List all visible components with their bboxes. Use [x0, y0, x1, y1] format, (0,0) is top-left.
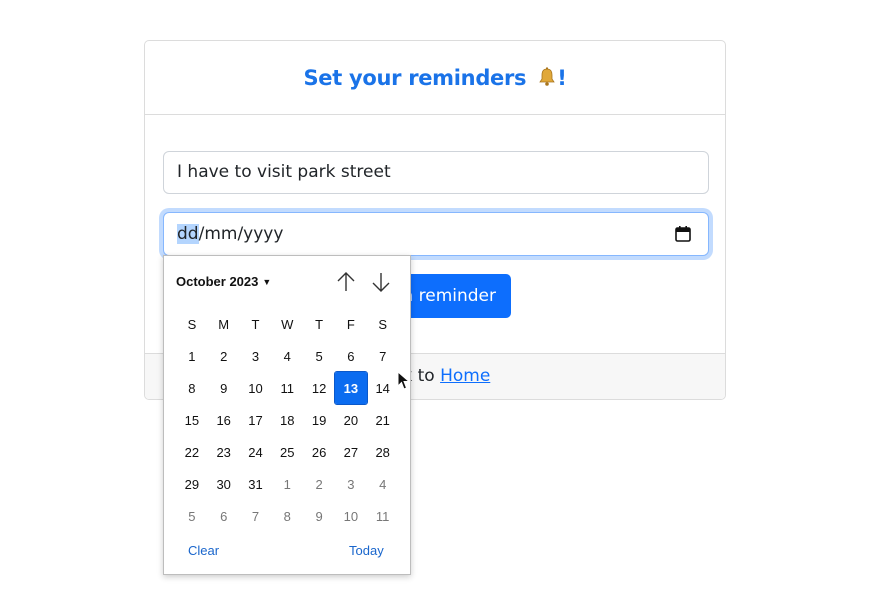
calendar-day[interactable]: 4 [271, 340, 303, 372]
calendar-day[interactable]: 3 [240, 340, 272, 372]
weekday-header-row: S M T W T F S [176, 308, 399, 340]
today-button[interactable]: Today [349, 543, 384, 558]
date-picker-popup: October 2023 ▼ S M T W T F S 1 2 3 4 5 6 … [163, 255, 411, 575]
caret-down-icon: ▼ [262, 277, 272, 287]
calendar-icon[interactable] [674, 225, 692, 243]
weekday-label: W [281, 316, 294, 332]
bell-icon [539, 67, 556, 86]
calendar-day[interactable]: 11 [271, 372, 303, 404]
calendar-day-next-month[interactable]: 10 [335, 500, 367, 532]
calendar-day[interactable]: 23 [208, 436, 240, 468]
calendar-day[interactable]: 1 [176, 340, 208, 372]
calendar-day-next-month[interactable]: 1 [271, 468, 303, 500]
calendar-day[interactable]: 17 [240, 404, 272, 436]
calendar-day[interactable]: 25 [271, 436, 303, 468]
calendar-day[interactable]: 9 [208, 372, 240, 404]
calendar-day[interactable]: 16 [208, 404, 240, 436]
clear-button[interactable]: Clear [188, 543, 219, 558]
card-header: Set your reminders ! [145, 41, 725, 115]
calendar-day-next-month[interactable]: 7 [240, 500, 272, 532]
calendar-day-next-month[interactable]: 4 [367, 468, 399, 500]
calendar-day[interactable]: 14 [367, 372, 399, 404]
calendar-grid: S M T W T F S 1 2 3 4 5 6 7 8 9 10 11 12… [176, 308, 399, 532]
month-year-selector[interactable]: October 2023 ▼ [176, 274, 271, 289]
weekday-label: M [218, 316, 230, 332]
next-month-arrow-icon[interactable] [369, 270, 393, 294]
calendar-day[interactable]: 28 [367, 436, 399, 468]
calendar-day[interactable]: 6 [335, 340, 367, 372]
calendar-week-row: 29 30 31 1 2 3 4 [176, 468, 399, 500]
weekday-label: S [378, 316, 388, 332]
reminder-input[interactable]: I have to visit park street [163, 151, 709, 194]
calendar-day[interactable]: 10 [240, 372, 272, 404]
calendar-day[interactable]: 26 [303, 436, 335, 468]
calendar-day[interactable]: 29 [176, 468, 208, 500]
home-link[interactable]: Home [440, 366, 490, 386]
calendar-day[interactable]: 2 [208, 340, 240, 372]
calendar-day[interactable]: 5 [303, 340, 335, 372]
calendar-day[interactable]: 24 [240, 436, 272, 468]
calendar-day-next-month[interactable]: 11 [367, 500, 399, 532]
calendar-day-next-month[interactable]: 2 [303, 468, 335, 500]
calendar-day[interactable]: 19 [303, 404, 335, 436]
calendar-day[interactable]: 31 [240, 468, 272, 500]
title-suffix: ! [557, 65, 567, 90]
calendar-day[interactable]: 30 [208, 468, 240, 500]
calendar-day[interactable]: 8 [176, 372, 208, 404]
calendar-day[interactable]: 18 [271, 404, 303, 436]
mouse-cursor-icon [397, 371, 411, 390]
date-input[interactable]: dd/mm/yyyy [163, 212, 709, 256]
calendar-day[interactable]: 27 [335, 436, 367, 468]
calendar-day-selected[interactable]: 13 [333, 371, 368, 405]
calendar-week-row: 22 23 24 25 26 27 28 [176, 436, 399, 468]
calendar-week-row: 15 16 17 18 19 20 21 [176, 404, 399, 436]
date-day-segment[interactable]: dd [177, 224, 199, 244]
calendar-day-next-month[interactable]: 8 [271, 500, 303, 532]
calendar-day-next-month[interactable]: 6 [208, 500, 240, 532]
weekday-label: T [251, 316, 260, 332]
previous-month-arrow-icon[interactable] [334, 270, 358, 294]
calendar-day[interactable]: 21 [367, 404, 399, 436]
calendar-day-next-month[interactable]: 5 [176, 500, 208, 532]
calendar-day[interactable]: 7 [367, 340, 399, 372]
month-year-label: October 2023 [176, 274, 259, 289]
calendar-day[interactable]: 22 [176, 436, 208, 468]
calendar-day-next-month[interactable]: 9 [303, 500, 335, 532]
weekday-label: F [346, 316, 355, 332]
weekday-label: T [315, 316, 324, 332]
calendar-day[interactable]: 12 [303, 372, 335, 404]
date-rest-segment[interactable]: /mm/yyyy [199, 224, 284, 244]
calendar-week-row: 8 9 10 11 12 13 14 [176, 371, 399, 405]
title-text: Set your reminders [303, 65, 527, 90]
page-title: Set your reminders ! [303, 66, 566, 90]
calendar-week-row: 1 2 3 4 5 6 7 [176, 340, 399, 372]
calendar-week-row: 5 6 7 8 9 10 11 [176, 500, 399, 532]
calendar-day[interactable]: 20 [335, 404, 367, 436]
weekday-label: S [187, 316, 197, 332]
calendar-day-next-month[interactable]: 3 [335, 468, 367, 500]
calendar-day[interactable]: 15 [176, 404, 208, 436]
